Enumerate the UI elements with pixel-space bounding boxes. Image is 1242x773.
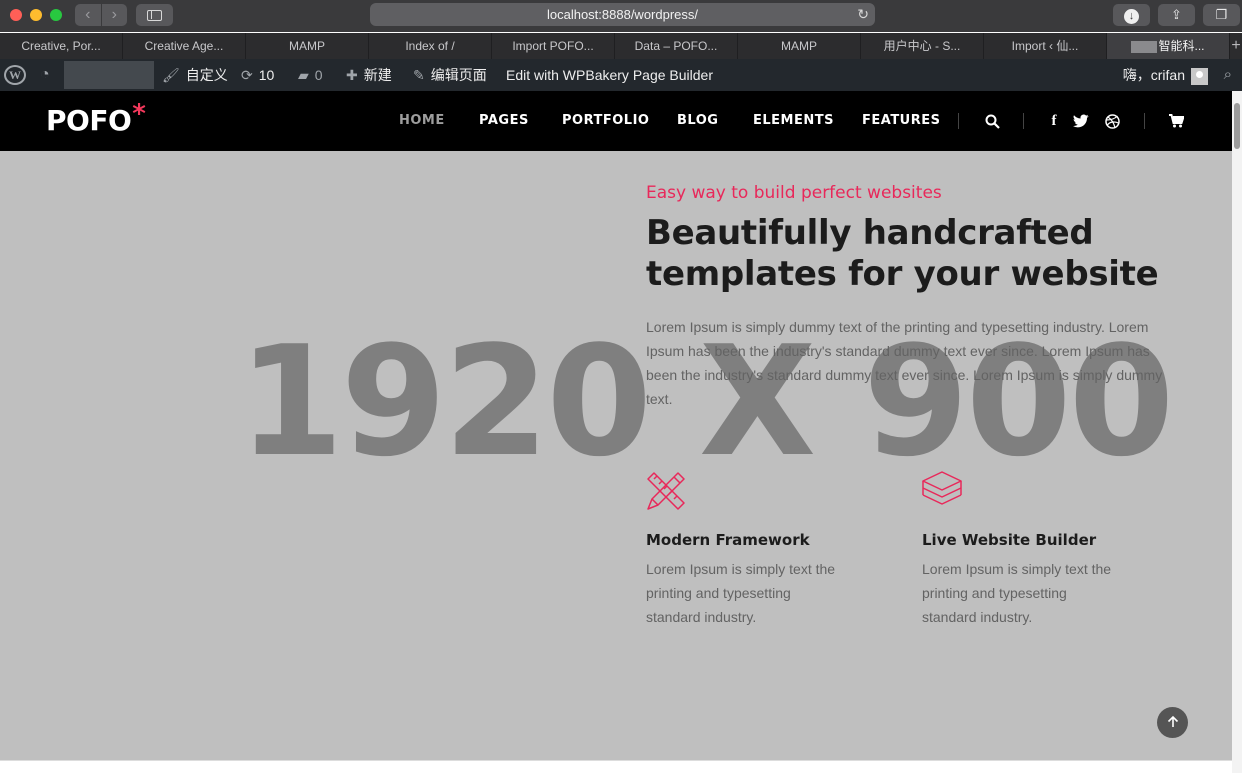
refresh-icon: ⟳ <box>241 67 253 83</box>
new-tab-button[interactable]: + <box>1230 33 1242 59</box>
wpbakery-link[interactable]: Edit with WPBakery Page Builder <box>506 59 713 91</box>
address-bar[interactable]: localhost:8888/wordpress/ ↻ <box>370 3 875 26</box>
brush-icon: 🖌 <box>162 67 180 83</box>
tab-creative-agency[interactable]: Creative Age... <box>123 33 246 59</box>
tab-import[interactable]: Import ‹ 仙... <box>984 33 1107 59</box>
search-icon[interactable] <box>983 91 1001 151</box>
tab-overview-button[interactable]: ❐ <box>1203 4 1240 26</box>
history-nav: ‹ › <box>75 4 127 26</box>
updates-link[interactable]: ⟳ 10 <box>241 59 274 91</box>
page-bottom <box>0 760 1232 773</box>
tab-data-pofo[interactable]: Data – POFO... <box>615 33 738 59</box>
hero-headline: Beautifully handcrafted templates for yo… <box>646 213 1159 294</box>
hero-paragraph: Lorem Ipsum is simply dummy text of the … <box>646 319 1163 407</box>
share-button[interactable]: ⇪ <box>1158 4 1195 26</box>
nav-blog[interactable]: BLOG <box>677 91 718 151</box>
feature-text: Lorem Ipsum is simply text the printing … <box>646 561 836 625</box>
tab-user-center[interactable]: 用户中心 - S... <box>861 33 984 59</box>
twitter-icon[interactable] <box>1073 91 1089 151</box>
site-header: POFO* HOME PAGES PORTFOLIO BLOG ELEMENTS… <box>0 91 1232 151</box>
pencil-ruler-icon <box>647 472 685 510</box>
minimize-window-button[interactable] <box>30 9 42 21</box>
sidebar-toggle-button[interactable] <box>136 4 173 26</box>
comment-icon: ▰ <box>298 67 309 83</box>
tab-mamp[interactable]: MAMP <box>246 33 369 59</box>
nav-portfolio[interactable]: PORTFOLIO <box>562 91 649 151</box>
nav-pages[interactable]: PAGES <box>479 91 529 151</box>
divider <box>958 113 959 129</box>
tab-index-of[interactable]: Index of / <box>369 33 492 59</box>
feature-text: Lorem Ipsum is simply text the printing … <box>922 561 1112 625</box>
forward-icon[interactable]: › <box>102 4 128 26</box>
nav-features[interactable]: FEATURES <box>862 91 941 151</box>
admin-search-icon[interactable]: ⌕ <box>1224 59 1232 91</box>
tab-active[interactable]: 智能科... <box>1107 33 1230 59</box>
back-icon[interactable]: ‹ <box>75 4 102 26</box>
close-window-button[interactable] <box>10 9 22 21</box>
feature-title: Modern Framework <box>646 531 810 549</box>
site-name-blurred[interactable] <box>64 61 154 89</box>
favicon-blurred <box>1131 40 1158 53</box>
browser-toolbar: ‹ › localhost:8888/wordpress/ ↻ ↓ ⇪ ❐ <box>0 0 1242 32</box>
account-menu[interactable]: 嗨，crifan <box>1123 59 1208 91</box>
layers-icon <box>922 471 962 505</box>
tab-creative-portfolio[interactable]: Creative, Por... <box>0 33 123 59</box>
wp-admin-bar: W ◔ 🖌 自定义 ⟳ 10 ▰ 0 ✚ 新建 ✎ 编辑页面 Edit with WPBa… <box>0 59 1242 91</box>
zoom-window-button[interactable] <box>50 9 62 21</box>
nav-home[interactable]: HOME <box>399 91 445 151</box>
share-icon: ⇪ <box>1171 7 1182 22</box>
downloads-button[interactable]: ↓ <box>1113 4 1150 26</box>
tab-mamp-2[interactable]: MAMP <box>738 33 861 59</box>
divider <box>1144 113 1145 129</box>
logo-asterisk: * <box>132 99 146 129</box>
url-text: localhost:8888/wordpress/ <box>546 7 699 22</box>
comments-link[interactable]: ▰ 0 <box>298 59 323 91</box>
page-scrollbar[interactable] <box>1232 91 1242 773</box>
nav-elements[interactable]: ELEMENTS <box>753 91 834 151</box>
new-content-link[interactable]: ✚ 新建 <box>346 59 392 91</box>
tab-overview-icon: ❐ <box>1215 7 1228 22</box>
feature-title: Live Website Builder <box>922 531 1097 549</box>
site-logo[interactable]: POFO* <box>46 99 146 137</box>
wordpress-logo-icon[interactable]: W <box>4 65 26 85</box>
divider <box>1023 113 1024 129</box>
tab-bar: Creative, Por... Creative Age... MAMP In… <box>0 33 1242 59</box>
edit-page-link[interactable]: ✎ 编辑页面 <box>413 59 487 91</box>
hero-section: 1920 X 900 Easy way to build perfect web… <box>0 151 1232 760</box>
reload-icon[interactable]: ↻ <box>857 3 869 26</box>
scroll-to-top-button[interactable] <box>1157 707 1188 738</box>
arrow-up-icon <box>1167 715 1178 728</box>
tab-import-pofo[interactable]: Import POFO... <box>492 33 615 59</box>
hero-eyebrow: Easy way to build perfect websites <box>646 183 942 203</box>
customize-link[interactable]: 🖌 自定义 <box>162 59 228 91</box>
tab-active-label: 智能科... <box>1158 39 1205 53</box>
dashboard-icon[interactable]: ◔ <box>40 59 50 91</box>
sidebar-icon <box>147 10 162 21</box>
scrollbar-thumb[interactable] <box>1234 103 1240 149</box>
plus-icon: ✚ <box>346 67 358 83</box>
dribbble-icon[interactable] <box>1104 91 1120 151</box>
pencil-icon: ✎ <box>413 67 425 83</box>
avatar <box>1191 67 1208 85</box>
download-icon: ↓ <box>1124 9 1139 24</box>
facebook-icon[interactable]: f <box>1047 91 1061 151</box>
cart-icon[interactable] <box>1167 91 1185 151</box>
